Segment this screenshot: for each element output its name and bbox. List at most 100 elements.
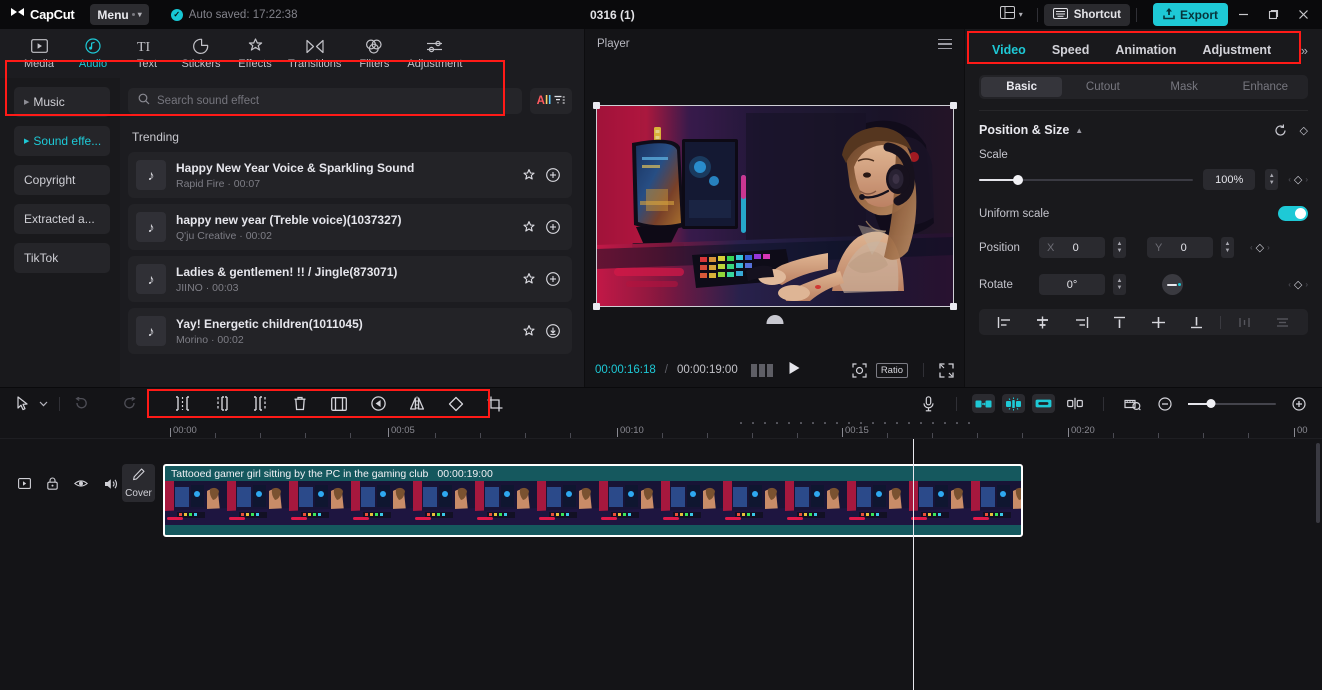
star-icon[interactable] <box>522 272 536 286</box>
reverse-icon[interactable] <box>365 392 391 416</box>
search-input[interactable] <box>157 95 512 107</box>
auto-snap-icon[interactable] <box>1002 394 1025 413</box>
rotate-handle[interactable] <box>766 315 783 324</box>
freeze-icon[interactable] <box>326 392 352 416</box>
video-canvas[interactable] <box>592 102 957 324</box>
frames-icon[interactable] <box>750 363 773 377</box>
adjust-track-icon[interactable] <box>1062 392 1088 416</box>
tab-adjustment[interactable]: Adjustment <box>401 32 468 76</box>
zoom-out-icon[interactable] <box>1152 392 1178 416</box>
tab-adjustment[interactable]: Adjustment <box>1189 43 1284 57</box>
hamburger-icon[interactable] <box>938 38 952 50</box>
nav-item-music[interactable]: ▶ Music <box>14 87 110 117</box>
minimize-button[interactable] <box>1228 0 1258 29</box>
align-center-vertical-icon[interactable] <box>1139 316 1178 329</box>
volume-icon[interactable] <box>104 478 118 490</box>
tab-transitions[interactable]: Transitions <box>282 32 347 76</box>
timeline-ruler[interactable]: 00:00 00:05 00:10 00:15 00:20 00 <box>0 419 1322 439</box>
nav-item-extracted-audio[interactable]: Extracted a... <box>14 204 110 234</box>
tab-filters[interactable]: Filters <box>347 32 401 76</box>
ratio-button[interactable]: Ratio <box>875 362 908 378</box>
zoom-in-icon[interactable] <box>1286 392 1312 416</box>
chevron-double-right-icon[interactable]: » <box>1293 43 1308 58</box>
resize-handle-top-left[interactable] <box>592 102 600 109</box>
rotate-icon[interactable] <box>443 392 469 416</box>
align-bottom-icon[interactable] <box>1178 316 1217 329</box>
delete-right-icon[interactable] <box>248 392 274 416</box>
position-y-input[interactable]: Y 0 <box>1147 237 1213 258</box>
position-x-input[interactable]: X 0 <box>1039 237 1105 258</box>
microphone-icon[interactable] <box>915 392 941 416</box>
select-dropdown-icon[interactable] <box>36 392 51 416</box>
close-button[interactable] <box>1288 0 1318 29</box>
tab-video[interactable]: Video <box>979 43 1039 57</box>
rotate-input[interactable]: 0° <box>1039 274 1105 295</box>
chevron-up-icon[interactable]: ▲ <box>1075 126 1083 135</box>
scale-slider[interactable] <box>979 174 1194 186</box>
lock-icon[interactable] <box>47 477 58 490</box>
rotate-stepper[interactable]: ▲ ▼ <box>1113 274 1126 295</box>
menu-button[interactable]: Menu ▾ <box>90 4 149 25</box>
maximize-button[interactable] <box>1258 0 1288 29</box>
resize-handle-bottom-right[interactable] <box>949 303 957 310</box>
list-item[interactable]: ♪ Yay! Energetic children(1011045) Morin… <box>128 308 572 354</box>
playhead[interactable] <box>913 439 914 690</box>
scale-value-input[interactable]: 100% <box>1203 169 1256 190</box>
plus-icon[interactable] <box>546 168 560 182</box>
nav-item-copyright[interactable]: Copyright <box>14 165 110 195</box>
cover-button[interactable]: Cover <box>122 464 155 502</box>
zoom-knob[interactable] <box>1206 399 1216 408</box>
rotate-dial[interactable] <box>1162 274 1183 295</box>
fullscreen-icon[interactable] <box>939 362 954 378</box>
fit-screen-icon[interactable] <box>852 362 867 378</box>
eye-icon[interactable] <box>74 478 88 489</box>
nav-item-sound-effects[interactable]: ▶ Sound effe... <box>14 126 110 156</box>
tab-animation[interactable]: Animation <box>1102 43 1189 57</box>
distribute-horizontal-icon[interactable] <box>1225 316 1264 329</box>
align-right-icon[interactable] <box>1062 316 1101 329</box>
list-item[interactable]: ♪ Ladies & gentlemen! !! / Jingle(873071… <box>128 256 572 302</box>
star-icon[interactable] <box>522 324 536 338</box>
timeline-clip[interactable]: Tattooed gamer girl sitting by the PC in… <box>163 464 1023 537</box>
tab-audio[interactable]: Audio <box>66 32 120 76</box>
scale-stepper[interactable]: ▲ ▼ <box>1265 169 1279 190</box>
delete-icon[interactable] <box>287 392 313 416</box>
position-y-stepper[interactable]: ▲ ▼ <box>1221 237 1234 258</box>
redo-icon[interactable] <box>116 392 142 416</box>
tab-speed[interactable]: Speed <box>1039 43 1103 57</box>
align-center-horizontal-icon[interactable] <box>1024 316 1063 329</box>
filter-all-button[interactable]: All <box>530 88 572 114</box>
position-x-stepper[interactable]: ▲ ▼ <box>1113 237 1126 258</box>
mirror-icon[interactable] <box>404 392 430 416</box>
align-top-icon[interactable] <box>1101 316 1140 329</box>
play-icon[interactable] <box>788 361 801 380</box>
uniform-scale-toggle[interactable] <box>1278 206 1308 221</box>
layout-button[interactable]: ▾ <box>992 5 1031 24</box>
search-box[interactable] <box>128 88 522 114</box>
undo-icon[interactable] <box>68 392 94 416</box>
download-icon[interactable] <box>546 324 560 338</box>
subtab-mask[interactable]: Mask <box>1144 77 1225 97</box>
close-gap-icon[interactable] <box>972 394 995 413</box>
subtab-cutout[interactable]: Cutout <box>1062 77 1143 97</box>
split-icon[interactable] <box>170 392 196 416</box>
vertical-scrollbar[interactable] <box>1316 443 1320 523</box>
link-icon[interactable] <box>1032 394 1055 413</box>
nav-item-tiktok[interactable]: TikTok <box>14 243 110 273</box>
star-icon[interactable] <box>522 168 536 182</box>
resize-handle-bottom-left[interactable] <box>592 303 600 310</box>
tab-stickers[interactable]: Stickers <box>174 32 228 76</box>
subtab-basic[interactable]: Basic <box>981 77 1063 97</box>
align-left-icon[interactable] <box>985 316 1024 329</box>
keyframe-control[interactable]: ◇ <box>1300 124 1308 137</box>
reset-icon[interactable] <box>1274 124 1287 137</box>
star-icon[interactable] <box>522 220 536 234</box>
slider-knob[interactable] <box>1012 174 1023 185</box>
crop-icon[interactable] <box>482 392 508 416</box>
cursor-select-icon[interactable] <box>10 392 36 416</box>
preview-track-icon[interactable] <box>1119 392 1145 416</box>
timeline-zoom-slider[interactable] <box>1188 398 1276 410</box>
tab-effects[interactable]: Effects <box>228 32 282 76</box>
shortcut-button[interactable]: Shortcut <box>1043 3 1130 26</box>
subtab-enhance[interactable]: Enhance <box>1225 77 1306 97</box>
